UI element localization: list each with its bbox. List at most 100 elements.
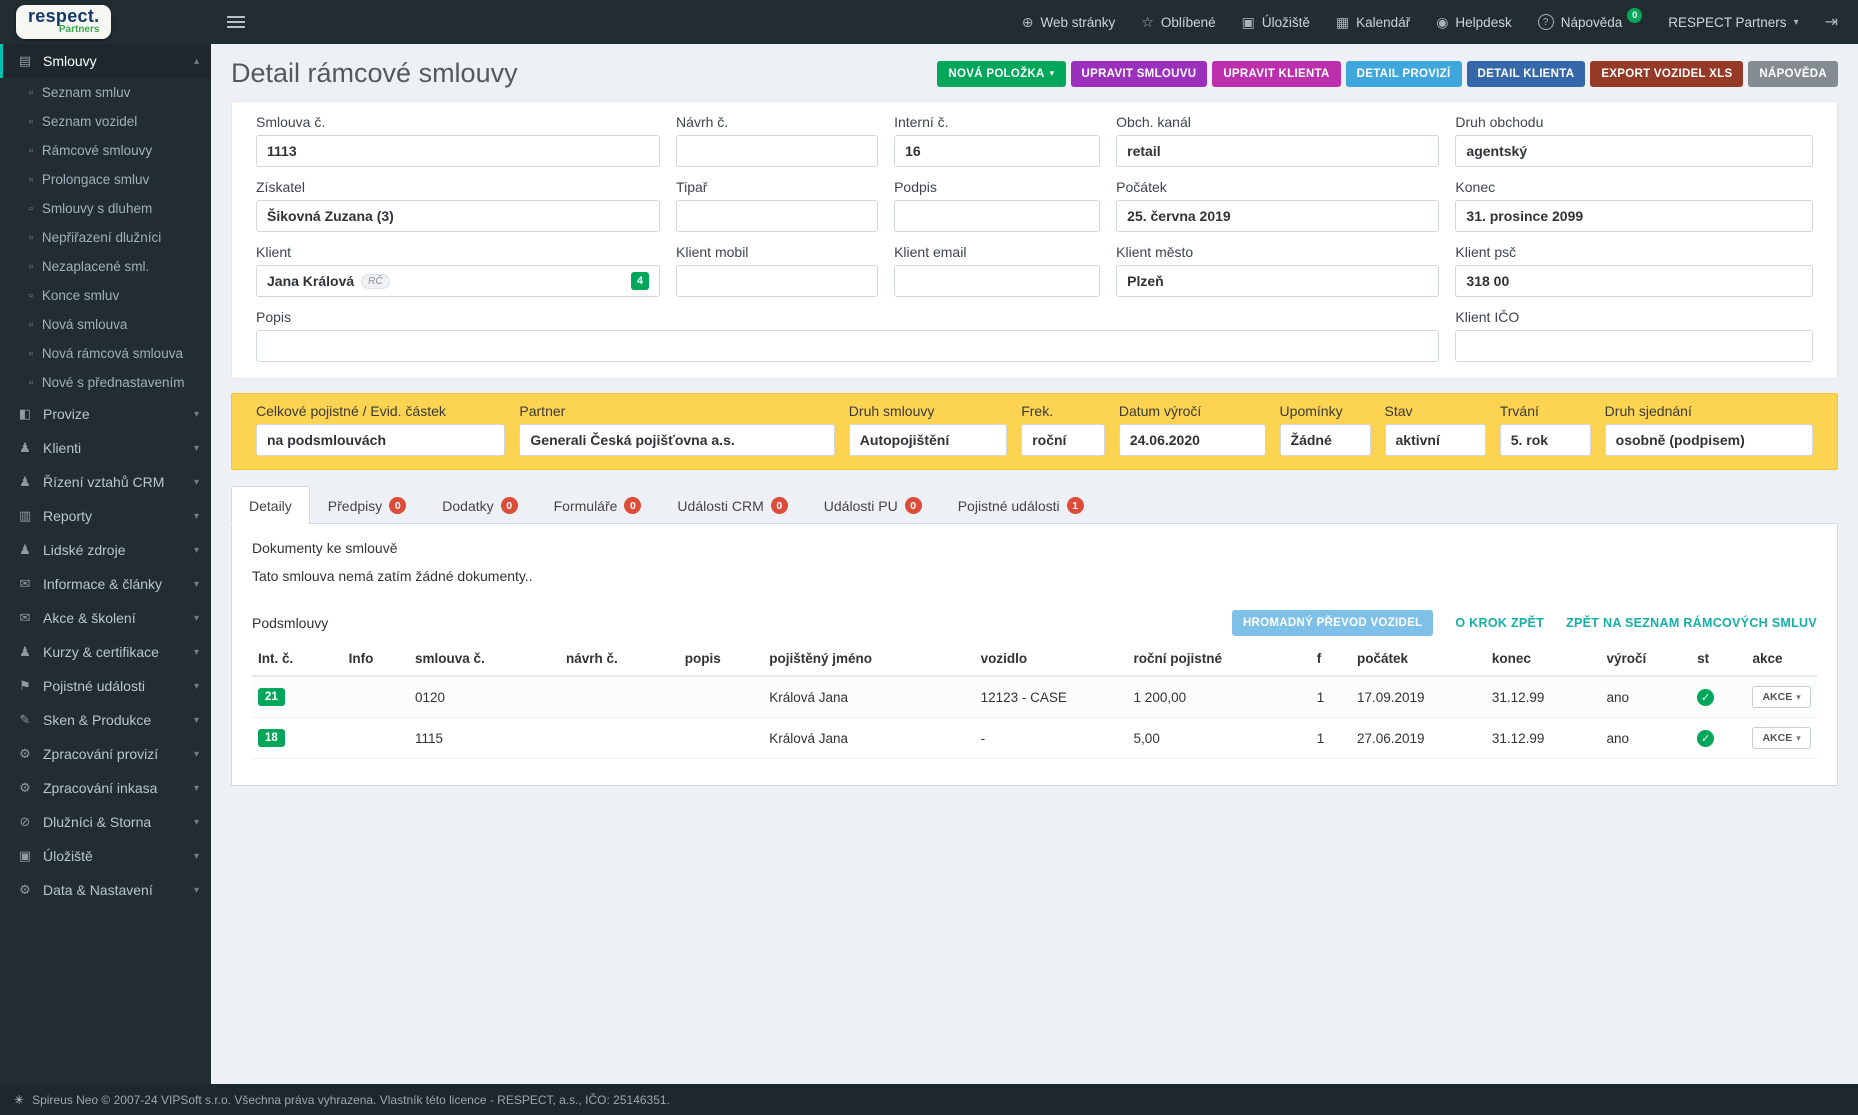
tab-udalosti-pu[interactable]: Události PU 0 xyxy=(806,486,940,524)
sidebar-subitem-neprirazeni-dluznici[interactable]: ▫ Nepřiřazení dlužníci xyxy=(0,223,211,252)
tab-dodatky[interactable]: Dodatky 0 xyxy=(424,486,535,524)
help-button[interactable]: NÁPOVĚDA xyxy=(1748,60,1838,87)
sidebar-item-zpracovani-provizi[interactable]: ⚙ Zpracování provizí ▾ xyxy=(0,737,211,771)
client-count-badge[interactable]: 4 xyxy=(631,272,650,290)
sidebar-item-data-nastaveni[interactable]: ⚙ Data & Nastavení ▾ xyxy=(0,873,211,907)
topbar-item-helpdesk[interactable]: ◉ Helpdesk xyxy=(1436,14,1512,31)
tab-formulare[interactable]: Formuláře 0 xyxy=(536,486,660,524)
sidebar-subitem-nezaplacene-sml[interactable]: ▫ Nezaplacené sml. xyxy=(0,252,211,281)
trade-type-input[interactable] xyxy=(1455,135,1813,167)
arrangement-input[interactable] xyxy=(1604,424,1813,456)
commission-detail-button[interactable]: DETAIL PROVIZÍ xyxy=(1345,60,1462,87)
contract-number-input[interactable] xyxy=(256,135,661,167)
int-number-badge[interactable]: 21 xyxy=(258,688,285,706)
client-input[interactable]: Jana Králová RČ 4 xyxy=(256,265,661,297)
channel-input[interactable] xyxy=(1116,135,1440,167)
tab-detaily[interactable]: Detaily xyxy=(231,486,310,524)
sidebar-item-rizeni-vztahu-crm[interactable]: ♟ Řízení vztahů CRM ▾ xyxy=(0,465,211,499)
sidebar-item-akce-skoleni[interactable]: ✉ Akce & školení ▾ xyxy=(0,601,211,635)
sidebar-item-smlouvy[interactable]: ▤ Smlouvy ▴ xyxy=(0,44,211,78)
tab-pojistne-udalosti[interactable]: Pojistné události 1 xyxy=(940,486,1102,524)
client-city-input[interactable] xyxy=(1116,265,1440,297)
topbar-item-kalendar[interactable]: ▦ Kalendář xyxy=(1336,14,1410,31)
internal-number-input[interactable] xyxy=(894,135,1101,167)
end-date-input[interactable] xyxy=(1455,200,1813,232)
star-icon: ☆ xyxy=(1141,13,1154,30)
cell-anniversary: ano xyxy=(1600,676,1692,718)
field-popis: Popis xyxy=(256,309,1440,362)
topbar-item-oblibene[interactable]: ☆ Oblíbené xyxy=(1141,14,1215,31)
client-ico-input[interactable] xyxy=(1455,330,1813,362)
field-obch-kanal: Obch. kanál xyxy=(1116,114,1440,167)
contract-type-input[interactable] xyxy=(848,424,1008,456)
footer: ✳ Spireus Neo © 2007-24 VIPSoft s.r.o. V… xyxy=(0,1084,1858,1115)
field-smlouva-c: Smlouva č. xyxy=(256,114,661,167)
edit-client-button[interactable]: UPRAVIT KLIENTA xyxy=(1212,60,1341,87)
edit-contract-button[interactable]: UPRAVIT SMLOUVU xyxy=(1070,60,1208,87)
sidebar-subitem-nova-smlouva[interactable]: ▫ Nová smlouva xyxy=(0,310,211,339)
sidebar-subitem-ramcove-smlouvy[interactable]: ▫ Rámcové smlouvy xyxy=(0,136,211,165)
export-vehicles-xls-button[interactable]: EXPORT VOZIDEL XLS xyxy=(1590,60,1744,87)
field-tipar: Tipař xyxy=(676,179,879,232)
logout-button[interactable]: ⇥ xyxy=(1825,12,1838,32)
cell-vehicle: 12123 - CASE xyxy=(974,676,1128,718)
app-logo[interactable]: respect. Partners xyxy=(0,0,211,44)
sidebar-subitem-nova-ramcova-smlouva[interactable]: ▫ Nová rámcová smlouva xyxy=(0,339,211,368)
sidebar-subitem-konce-smluv[interactable]: ▫ Konce smluv xyxy=(0,281,211,310)
tab-predpisy[interactable]: Předpisy 0 xyxy=(310,486,424,524)
sidebar-item-informace-clanky[interactable]: ✉ Informace & články ▾ xyxy=(0,567,211,601)
sidebar-item-klienti[interactable]: ♟ Klienti ▾ xyxy=(0,431,211,465)
field-label: Partner xyxy=(519,403,566,419)
duration-input[interactable] xyxy=(1499,424,1591,456)
sidebar-subitem-nove-s-prednastavenim[interactable]: ▫ Nové s přednastavením xyxy=(0,368,211,397)
sidebar-item-kurzy-certifikace[interactable]: ♟ Kurzy & certifikace ▾ xyxy=(0,635,211,669)
sidebar-subitem-seznam-vozidel[interactable]: ▫ Seznam vozidel xyxy=(0,107,211,136)
client-mobile-input[interactable] xyxy=(676,265,879,297)
topbar-account-menu[interactable]: RESPECT Partners ▾ xyxy=(1668,15,1798,30)
client-email-input[interactable] xyxy=(894,265,1101,297)
sidebar-item-sken-produkce[interactable]: ✎ Sken & Produkce ▾ xyxy=(0,703,211,737)
frequency-input[interactable] xyxy=(1021,424,1105,456)
client-detail-button[interactable]: DETAIL KLIENTA xyxy=(1466,60,1586,87)
sidebar-item-pojistne-udalosti[interactable]: ⚑ Pojistné události ▾ xyxy=(0,669,211,703)
topbar-item-uloziste[interactable]: ▣ Úložiště xyxy=(1242,14,1310,31)
proposal-number-input[interactable] xyxy=(676,135,879,167)
sidebar-subitem-smlouvy-s-dluhem[interactable]: ▫ Smlouvy s dluhem xyxy=(0,194,211,223)
reminders-input[interactable] xyxy=(1279,424,1371,456)
sidebar-item-provize[interactable]: ◧ Provize ▾ xyxy=(0,397,211,431)
sidebar-item-lidske-zdroje[interactable]: ♟ Lidské zdroje ▾ xyxy=(0,533,211,567)
topbar-item-napoveda[interactable]: ? Nápověda 0 xyxy=(1537,7,1643,30)
anniversary-date-input[interactable] xyxy=(1118,424,1266,456)
sidebar-subitem-label: Prolongace smluv xyxy=(41,172,150,187)
sidebar-toggle-button[interactable] xyxy=(211,0,261,44)
sidebar-item-uloziste[interactable]: ▣ Úložiště ▾ xyxy=(0,839,211,873)
client-zip-input[interactable] xyxy=(1455,265,1813,297)
description-input[interactable] xyxy=(256,330,1440,362)
signature-input[interactable] xyxy=(894,200,1101,232)
tab-udalosti-crm[interactable]: Události CRM 0 xyxy=(659,486,805,524)
row-actions-button[interactable]: AKCE ▾ xyxy=(1752,686,1811,708)
int-number-badge[interactable]: 18 xyxy=(258,729,285,747)
cell-frequency: 1 xyxy=(1310,717,1351,759)
field-label: Podpis xyxy=(894,179,937,195)
sidebar-item-reporty[interactable]: ▥ Reporty ▾ xyxy=(0,499,211,533)
back-to-list-link[interactable]: ZPĚT NA SEZNAM RÁMCOVÝCH SMLUV xyxy=(1566,616,1817,630)
new-item-button[interactable]: NOVÁ POLOŽKA ▾ xyxy=(937,60,1066,87)
sidebar-item-zpracovani-inkasa[interactable]: ⚙ Zpracování inkasa ▾ xyxy=(0,771,211,805)
bulk-vehicle-transfer-button[interactable]: HROMADNÝ PŘEVOD VOZIDEL xyxy=(1231,610,1434,636)
field-upominky: Upomínky xyxy=(1279,403,1371,456)
start-date-input[interactable] xyxy=(1116,200,1440,232)
sidebar-subitem-prolongace-smluv[interactable]: ▫ Prolongace smluv xyxy=(0,165,211,194)
partner-input[interactable] xyxy=(519,424,835,456)
sidebar-item-dluznici-storna[interactable]: ⊘ Dlužníci & Storna ▾ xyxy=(0,805,211,839)
status-input[interactable] xyxy=(1384,424,1486,456)
sidebar-subitem-seznam-smluv[interactable]: ▫ Seznam smluv xyxy=(0,78,211,107)
field-trvani: Trvání xyxy=(1499,403,1591,456)
total-premium-input[interactable] xyxy=(256,424,506,456)
topbar-item-web-stranky[interactable]: ⊕ Web stránky xyxy=(1022,14,1116,31)
chevron-down-icon: ▾ xyxy=(1796,691,1801,702)
row-actions-button[interactable]: AKCE ▾ xyxy=(1752,727,1811,749)
acquirer-input[interactable] xyxy=(256,200,661,232)
step-back-link[interactable]: O KROK ZPĚT xyxy=(1455,616,1544,630)
tipster-input[interactable] xyxy=(676,200,879,232)
